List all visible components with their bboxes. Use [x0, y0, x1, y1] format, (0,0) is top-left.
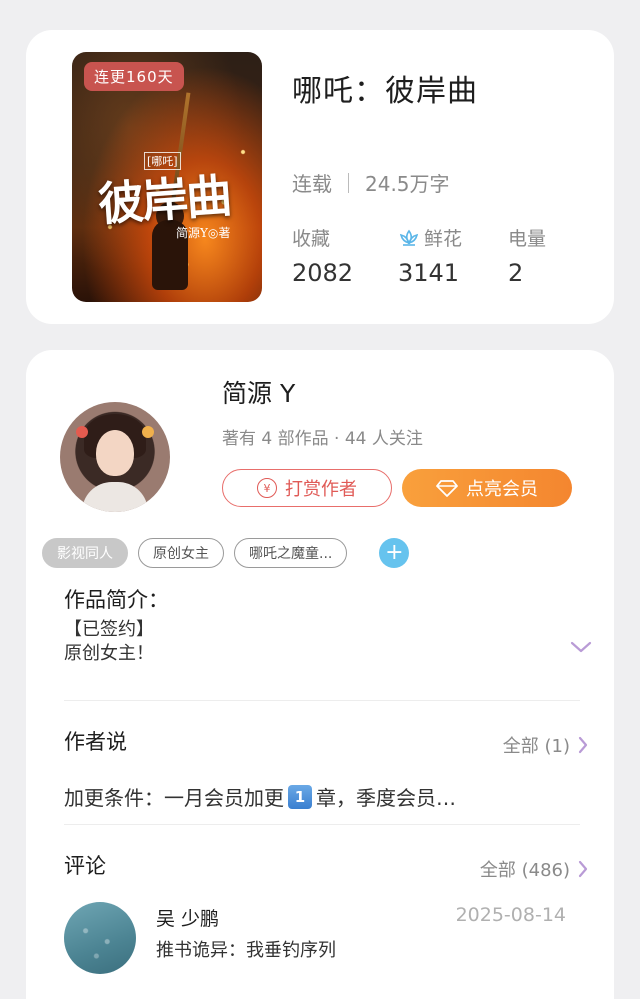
avatar-face [96, 430, 134, 476]
book-cover-image[interactable]: 连更160天 [哪吒] 彼岸曲 简源Y◎著 [72, 52, 262, 302]
chevron-down-icon[interactable] [570, 640, 592, 654]
author-name[interactable]: 简源 Y [222, 374, 295, 410]
favorites-label: 收藏 [292, 228, 331, 250]
activate-vip-label: 点亮会员 [466, 479, 538, 500]
author-say-more-label: 全部 (1) [502, 736, 570, 757]
power-stat[interactable]: 电量 2 [508, 224, 546, 287]
yen-coin-icon: ¥ [257, 478, 277, 498]
activate-vip-button[interactable]: 点亮会员 [402, 469, 572, 507]
reward-author-label: 打赏作者 [285, 479, 357, 500]
chevron-right-icon [578, 860, 588, 878]
commenter-avatar[interactable] [64, 902, 136, 974]
comment-date: 2025-08-14 [455, 904, 566, 926]
tag-list: 影视同人 原创女主 哪吒之魔童... + [42, 538, 410, 568]
comments-title: 评论 [64, 854, 106, 878]
author-say-text[interactable]: 加更条件：一月会员加更 1 章，季度会员… [64, 782, 456, 811]
favorites-count: 2082 [292, 259, 354, 287]
intro-line: 原创女主！ [64, 643, 154, 664]
add-tag-icon[interactable]: + [379, 538, 410, 568]
tag-chip[interactable]: 哪吒之魔童... [234, 538, 348, 568]
author-details-card: 简源 Y 著有 4 部作品 · 44 人关注 ¥ 打赏作者 点亮会员 影视同人 … [26, 350, 614, 999]
cover-author: 简源Y◎著 [176, 226, 231, 240]
book-info-card: 连更160天 [哪吒] 彼岸曲 简源Y◎著 哪吒：彼岸曲 连载 24.5万字 收… [26, 30, 614, 324]
diamond-icon [436, 480, 458, 497]
author-say-text-start: 加更条件：一月会员加更 [64, 786, 284, 810]
intro-text: 【已签约】 原创女主！ [64, 618, 154, 666]
comments-more-link[interactable]: 全部 (486) [480, 856, 588, 882]
commenter-name[interactable]: 吴 少鹏 [156, 904, 219, 931]
power-label: 电量 [508, 228, 547, 250]
flowers-count: 3141 [398, 259, 460, 287]
intro-line: 【已签约】 [64, 619, 154, 640]
author-say-text-end: 章，季度会员… [316, 786, 456, 810]
serial-status: 连载 [292, 172, 332, 196]
favorites-stat[interactable]: 收藏 2082 [292, 224, 353, 287]
tag-chip[interactable]: 原创女主 [138, 538, 224, 568]
book-meta-row: 连载 24.5万字 [292, 168, 450, 197]
chevron-right-icon [578, 736, 588, 754]
meta-divider [348, 172, 349, 193]
section-divider [64, 700, 580, 701]
author-summary: 著有 4 部作品 · 44 人关注 [222, 429, 423, 449]
avatar-hair-flower [76, 426, 88, 438]
lotus-flower-icon [399, 229, 419, 246]
word-count: 24.5万字 [365, 172, 450, 196]
comments-more-label: 全部 (486) [479, 860, 570, 881]
keycap-number-icon: 1 [288, 784, 312, 809]
reward-author-button[interactable]: ¥ 打赏作者 [222, 469, 392, 507]
intro-title: 作品简介： [64, 588, 169, 612]
power-count: 2 [508, 259, 524, 287]
comment-text[interactable]: 推书诡异：我垂钓序列 [156, 936, 336, 962]
flowers-label-row: 鲜花 [398, 224, 462, 251]
tag-chip[interactable]: 影视同人 [42, 538, 128, 568]
flowers-stat[interactable]: 鲜花 3141 [398, 224, 462, 287]
book-title: 哪吒：彼岸曲 [292, 74, 478, 109]
update-streak-badge: 连更160天 [84, 62, 184, 91]
author-avatar[interactable] [60, 402, 170, 512]
avatar-hair-flower [142, 426, 154, 438]
section-divider [64, 824, 580, 825]
flowers-label: 鲜花 [424, 228, 463, 250]
author-say-more-link[interactable]: 全部 (1) [503, 732, 588, 758]
author-say-title: 作者说 [64, 730, 127, 754]
avatar-body [82, 482, 148, 512]
